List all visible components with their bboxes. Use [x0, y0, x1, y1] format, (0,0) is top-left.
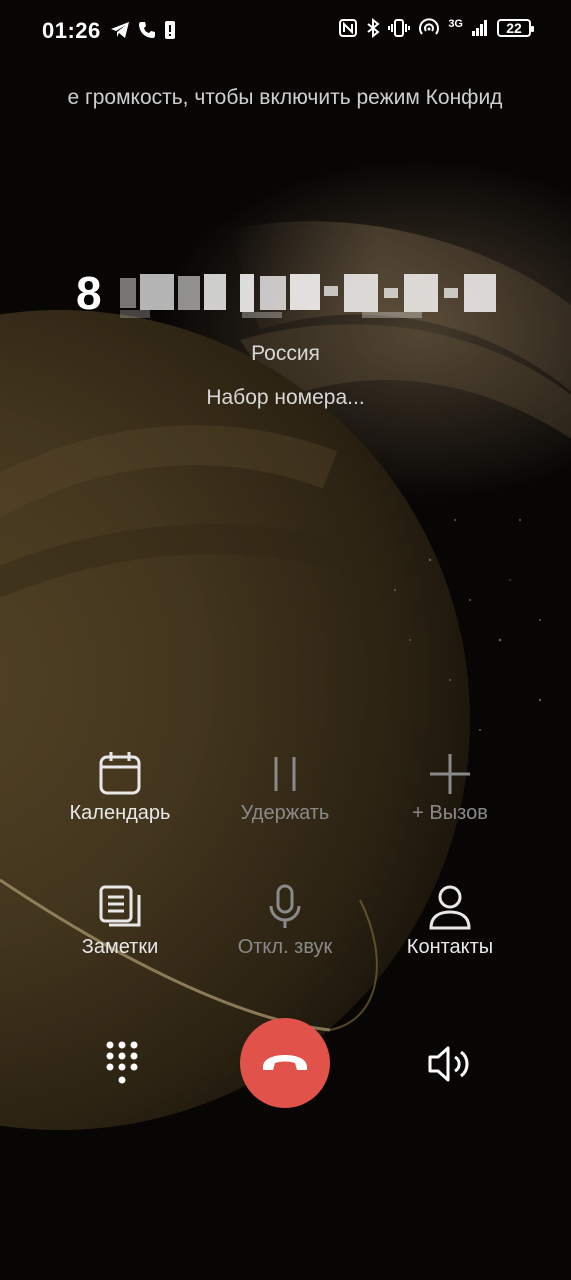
- telegram-icon: [111, 22, 129, 38]
- status-time: 01:26: [42, 18, 101, 43]
- dialpad-icon: [106, 1041, 138, 1084]
- call-country: Россия: [251, 342, 320, 365]
- contacts-button[interactable]: Контакты: [360, 884, 540, 959]
- speaker-icon: [428, 1046, 469, 1082]
- battery-icon: 22: [497, 19, 534, 37]
- notes-icon: [99, 885, 141, 927]
- dialpad-button[interactable]: [96, 1038, 148, 1090]
- contact-icon: [429, 885, 471, 930]
- battery-level: 22: [506, 20, 522, 36]
- mute-label: Откл. звук: [237, 936, 333, 958]
- pause-icon: [274, 757, 296, 791]
- bluetooth-icon: [367, 18, 380, 38]
- contacts-label: Контакты: [406, 936, 494, 958]
- calendar-label: Календарь: [69, 802, 171, 824]
- network-type-label: 3G: [448, 18, 463, 30]
- hotspot-icon: [419, 18, 440, 35]
- end-call-icon: [263, 1055, 307, 1070]
- privacy-mode-hint: е громкость, чтобы включить режим Конфид: [67, 86, 503, 109]
- add-call-label: + Вызов: [412, 802, 488, 824]
- notes-label: Заметки: [81, 936, 159, 958]
- calendar-icon: [99, 752, 141, 795]
- microphone-icon: [269, 884, 301, 928]
- phone-icon: [139, 22, 155, 38]
- nfc-icon: [339, 19, 358, 37]
- redacted-number-block: [120, 274, 496, 318]
- phone-number-prefix: 8: [76, 267, 102, 319]
- calendar-button[interactable]: Календарь: [30, 750, 210, 825]
- alert-icon: [165, 21, 175, 39]
- hold-label: Удержать: [240, 802, 330, 824]
- notes-button[interactable]: Заметки: [30, 884, 210, 959]
- phone-number: 8: [0, 266, 571, 326]
- plus-icon: [430, 754, 470, 794]
- hold-button[interactable]: Удержать: [195, 750, 375, 825]
- status-notification-icons: [110, 20, 176, 40]
- status-bar: 01:26 3G 22: [0, 0, 571, 64]
- status-system-icons: 3G 22: [338, 18, 534, 38]
- end-call-button[interactable]: [240, 1018, 330, 1108]
- call-status: Набор номера...: [206, 386, 365, 409]
- mute-button[interactable]: Откл. звук: [195, 884, 375, 959]
- signal-icon: [472, 20, 487, 36]
- vibrate-icon: [388, 19, 411, 37]
- add-call-button[interactable]: + Вызов: [360, 750, 540, 825]
- speaker-button[interactable]: [422, 1038, 478, 1090]
